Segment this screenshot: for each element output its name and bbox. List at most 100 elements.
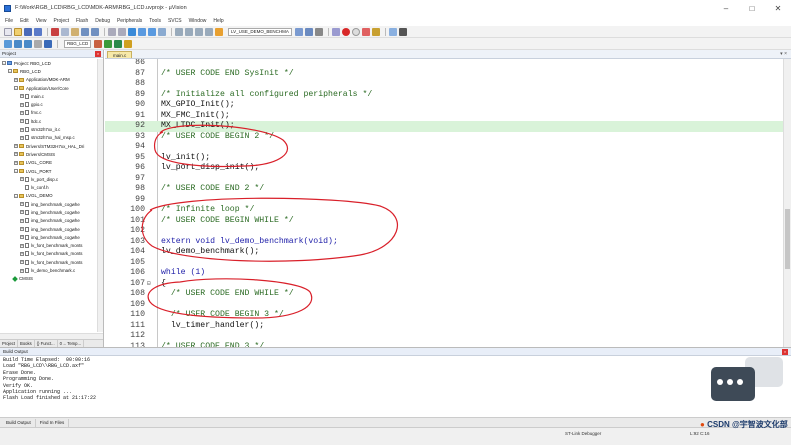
find-in-files-icon[interactable] xyxy=(215,27,223,36)
menu-view[interactable]: View xyxy=(36,18,47,24)
tree-item[interactable]: + lv_font_benchmark_monts xyxy=(0,250,97,258)
expand-icon[interactable]: + xyxy=(14,152,18,157)
open-folder-icon[interactable] xyxy=(14,27,22,36)
code-line[interactable]: 109 xyxy=(105,300,783,311)
find-combo[interactable]: LV_USE_DEMO_BENCHMA xyxy=(228,27,292,36)
close-button[interactable]: ✕ xyxy=(765,0,791,16)
expand-icon[interactable]: + xyxy=(14,77,18,82)
code-line[interactable]: 104 lv_demo_benchmark(); xyxy=(105,247,783,258)
expand-icon[interactable] xyxy=(20,186,24,190)
uncomment-icon[interactable] xyxy=(205,27,213,36)
zoom-icon[interactable] xyxy=(314,27,323,36)
find-icon[interactable] xyxy=(294,27,303,36)
tree-item[interactable]: - Application/User/Core xyxy=(0,84,97,92)
tree-item[interactable]: + Drivers/CMSIS xyxy=(0,150,97,158)
tab-list-icon[interactable]: ▾ × xyxy=(780,51,787,57)
tab-project[interactable]: Project xyxy=(0,340,19,347)
redo-icon[interactable] xyxy=(91,27,99,36)
undo-icon[interactable] xyxy=(81,27,89,36)
tree-item[interactable]: + Application/MDK-ARM xyxy=(0,76,97,84)
expand-icon[interactable]: + xyxy=(20,218,24,223)
fold-marker-icon[interactable]: ⊟ xyxy=(147,279,153,290)
menu-window[interactable]: Window xyxy=(189,18,207,24)
tree-item[interactable]: + img_benchmark_cogwhe xyxy=(0,200,97,208)
tree-item[interactable]: + stm32h7xx_it.c xyxy=(0,125,97,133)
expand-icon[interactable]: + xyxy=(20,110,24,115)
editor-vertical-scrollbar[interactable] xyxy=(783,59,791,347)
tree-item[interactable]: CMSIS xyxy=(0,275,97,283)
code-line[interactable]: 94 xyxy=(105,142,783,153)
incremental-find-icon[interactable] xyxy=(304,27,313,36)
collapse-icon[interactable]: - xyxy=(14,169,18,173)
prev-bookmark-icon[interactable] xyxy=(138,27,146,36)
target-options-icon[interactable] xyxy=(94,39,103,48)
tab-main-c[interactable]: main.c xyxy=(107,51,133,58)
tree-item[interactable]: + img_benchmark_cogwhe xyxy=(0,217,97,225)
tab-build-output[interactable]: Build Output xyxy=(2,418,36,427)
code-line[interactable]: 91 MX_FMC_Init(); xyxy=(105,111,783,122)
manage-runtime-icon[interactable] xyxy=(114,39,123,48)
menu-tools[interactable]: Tools xyxy=(149,18,161,24)
menu-file[interactable]: File xyxy=(5,18,13,24)
tree-item[interactable]: + lv_port_disp.c xyxy=(0,175,97,183)
translate-icon[interactable] xyxy=(4,39,12,48)
code-line[interactable]: 107 ⊟ { xyxy=(105,279,783,290)
save-icon[interactable] xyxy=(24,27,32,36)
kill-breakpoints-icon[interactable] xyxy=(361,27,370,36)
code-line[interactable]: 99 xyxy=(105,195,783,206)
tab-functions[interactable]: {} Funct... xyxy=(35,340,58,347)
tree-item[interactable]: + lv_demo_benchmark.c xyxy=(0,266,97,274)
tree-item[interactable]: + LVGL_CORE xyxy=(0,159,97,167)
tree-item[interactable]: + lv_font_benchmark_monts xyxy=(0,242,97,250)
next-bookmark-icon[interactable] xyxy=(148,27,156,36)
project-vertical-scrollbar[interactable] xyxy=(97,59,103,332)
expand-icon[interactable]: + xyxy=(20,243,24,248)
breakpoint-icon[interactable] xyxy=(341,27,350,36)
collapse-icon[interactable]: - xyxy=(14,86,18,91)
cut-icon[interactable] xyxy=(51,27,59,36)
code-line[interactable]: 110 /* USER CODE BEGIN 3 */ xyxy=(105,310,783,321)
code-line[interactable]: 112 xyxy=(105,331,783,342)
menu-peripherals[interactable]: Peripherals xyxy=(117,18,142,24)
expand-icon[interactable]: + xyxy=(20,127,24,132)
tree-item[interactable]: - Project: RBG_LCD xyxy=(0,59,97,67)
save-all-icon[interactable] xyxy=(34,27,42,36)
panel-close-icon[interactable]: × xyxy=(95,50,101,57)
tree-item[interactable]: - LVGL_PORT xyxy=(0,167,97,175)
code-line[interactable]: 102 xyxy=(105,226,783,237)
unindent-icon[interactable] xyxy=(185,27,193,36)
code-line[interactable]: 103 extern void lv_demo_benchmark(void); xyxy=(105,237,783,248)
code-line[interactable]: 111 lv_timer_handler(); xyxy=(105,321,783,332)
navigate-forward-icon[interactable] xyxy=(118,27,126,36)
code-line[interactable]: 97 xyxy=(105,174,783,185)
tree-item[interactable]: + img_benchmark_cogwhe xyxy=(0,208,97,216)
minimize-button[interactable]: – xyxy=(713,0,739,16)
paste-icon[interactable] xyxy=(71,27,79,36)
expand-icon[interactable]: + xyxy=(20,177,24,182)
tree-item[interactable]: + lv_font_benchmark_monts xyxy=(0,258,97,266)
tree-item[interactable]: - RBG_LCD xyxy=(0,67,97,75)
expand-icon[interactable]: + xyxy=(20,102,24,107)
code-line[interactable]: 106 while (1) xyxy=(105,268,783,279)
build-icon[interactable] xyxy=(14,39,22,48)
code-line[interactable]: 100 /* Infinite loop */ xyxy=(105,205,783,216)
bookmark-icon[interactable] xyxy=(128,27,136,36)
disable-breakpoint-icon[interactable] xyxy=(351,27,360,36)
code-line[interactable]: 90 MX_GPIO_Init(); xyxy=(105,100,783,111)
code-line[interactable]: 101 /* USER CODE BEGIN WHILE */ xyxy=(105,216,783,227)
rebuild-icon[interactable] xyxy=(24,39,32,48)
expand-icon[interactable]: + xyxy=(14,144,18,149)
configure-icon[interactable] xyxy=(371,27,380,36)
code-text-area[interactable]: 86 87 /* USER CODE END SysInit */ 88 89 /* In… xyxy=(105,59,783,347)
code-line[interactable]: 89 /* Initialize all configured periphera… xyxy=(105,90,783,101)
window-layout-icon[interactable] xyxy=(388,27,397,36)
collapse-icon[interactable]: - xyxy=(8,69,12,74)
indent-icon[interactable] xyxy=(175,27,183,36)
code-line[interactable]: 86 xyxy=(105,59,783,69)
target-select[interactable]: RBG_LCD xyxy=(64,39,92,48)
expand-icon[interactable]: + xyxy=(20,235,24,240)
code-line[interactable]: 108 /* USER CODE END WHILE */ xyxy=(105,289,783,300)
expand-icon[interactable]: + xyxy=(20,227,24,232)
expand-icon[interactable]: + xyxy=(20,260,24,265)
stop-build-icon[interactable] xyxy=(34,39,42,48)
